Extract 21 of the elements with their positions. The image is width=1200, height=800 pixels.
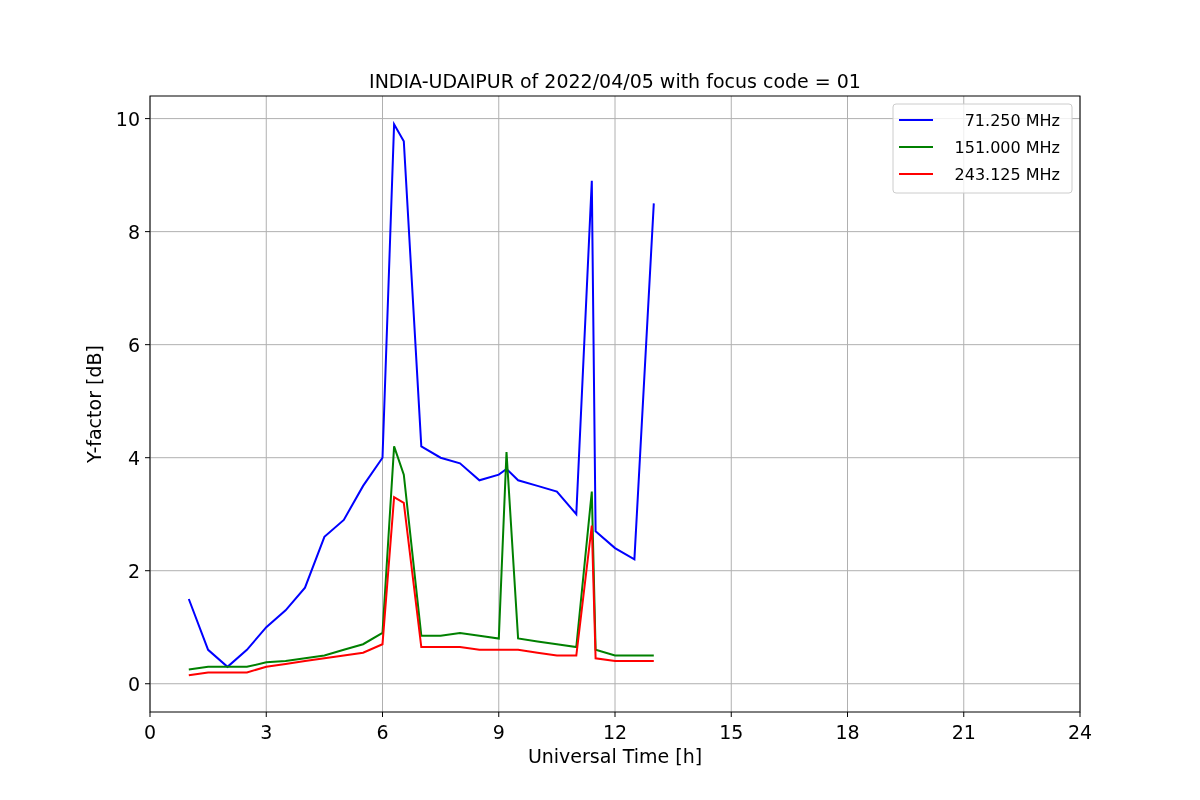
x-tick-label: 9 (492, 721, 505, 743)
x-tick-label: 24 (1067, 721, 1093, 743)
y-tick-label: 4 (127, 446, 140, 469)
x-tick-label: 15 (719, 721, 744, 743)
y-tick-label: 10 (115, 107, 140, 130)
legend-label: 71.250 MHz (964, 111, 1060, 130)
chart-title: INDIA-UDAIPUR of 2022/04/05 with focus code = 01 (369, 70, 861, 92)
y-axis-label: Y-factor [dB] (83, 345, 105, 463)
y-tick-label: 2 (127, 559, 140, 582)
x-tick-label: 21 (951, 721, 976, 743)
x-tick-label: 12 (602, 721, 628, 743)
y-tick-label: 6 (127, 333, 140, 356)
x-tick-label: 3 (260, 721, 273, 743)
x-tick-label: 18 (835, 721, 860, 743)
legend-label: 243.125 MHz (954, 165, 1060, 184)
x-tick-label: 0 (143, 721, 157, 743)
x-tick-label: 6 (376, 721, 389, 743)
y-tick-label: 8 (127, 220, 140, 243)
y-tick-label: 0 (127, 672, 140, 695)
x-axis-label: Universal Time [h] (527, 745, 703, 767)
legend-label: 151.000 MHz (954, 138, 1060, 157)
